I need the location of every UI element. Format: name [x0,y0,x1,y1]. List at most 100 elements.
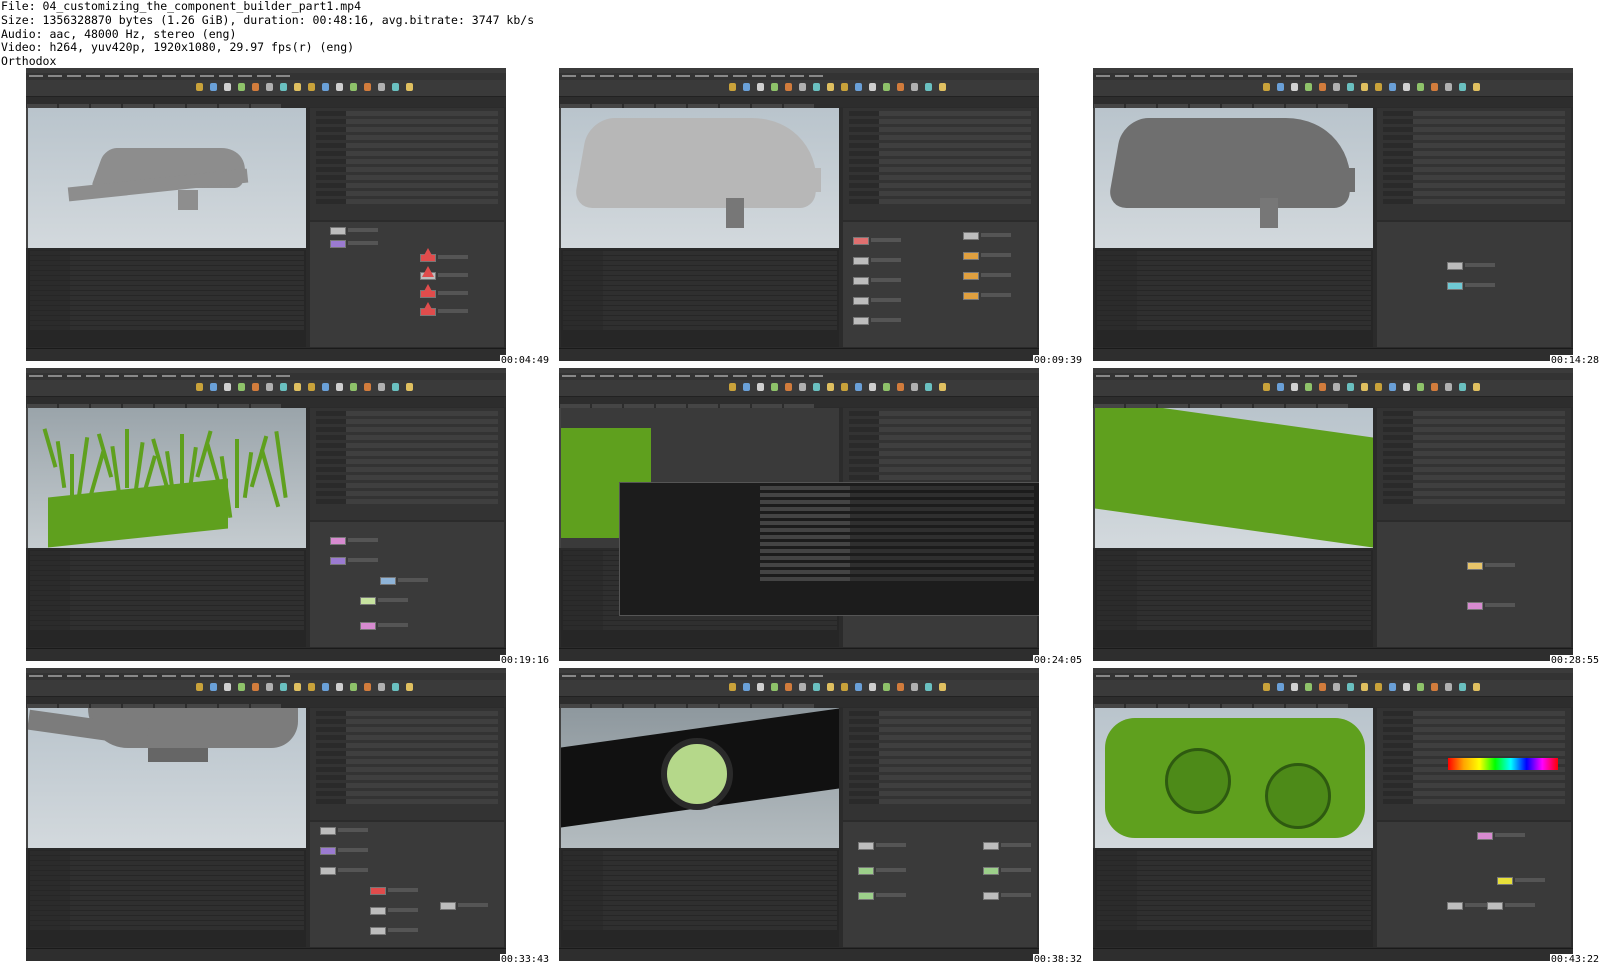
scene-viewport[interactable] [1095,408,1373,548]
menu-item[interactable] [143,375,157,377]
file-row[interactable] [760,556,1034,560]
menu-item[interactable] [162,375,176,377]
parameter-row[interactable] [316,759,498,764]
menu-item[interactable] [733,375,747,377]
network-node[interactable] [1447,262,1463,270]
parameter-row[interactable] [1383,411,1565,416]
shelf-tool-icon[interactable] [392,683,399,691]
shelf-tool-icon[interactable] [280,383,287,391]
shelf-tool-icon[interactable] [224,83,231,91]
file-browser-dialog[interactable] [619,482,1039,616]
menu-item[interactable] [657,675,671,677]
menu-item[interactable] [1305,75,1319,77]
menu-item[interactable] [219,375,233,377]
parameter-row[interactable] [1383,159,1565,164]
shelf-tool-icon[interactable] [210,683,217,691]
menu-item[interactable] [1286,75,1300,77]
parameter-row[interactable] [316,491,498,496]
menu-item[interactable] [1153,75,1167,77]
shelf-tool-icon[interactable] [210,383,217,391]
menu-item[interactable] [1286,675,1300,677]
menu-item[interactable] [1305,675,1319,677]
shelf-tool-icon[interactable] [771,83,778,91]
shelf-tool-icon[interactable] [196,383,203,391]
menu-item[interactable] [752,75,766,77]
shelf-tool-icon[interactable] [897,383,904,391]
shelf-tool-icon[interactable] [294,683,301,691]
parameter-row[interactable] [316,719,498,724]
shelf-tool-icon[interactable] [1361,383,1368,391]
parameter-row[interactable] [1383,727,1565,732]
parameter-row[interactable] [1383,719,1565,724]
menu-item[interactable] [86,675,100,677]
parameter-row[interactable] [849,799,1031,804]
menu-item[interactable] [124,75,138,77]
network-node[interactable] [370,927,386,935]
shelf-tool-icon[interactable] [308,683,315,691]
parameter-row[interactable] [1383,751,1565,756]
parameter-row[interactable] [1383,467,1565,472]
shelf-tool-icon[interactable] [939,83,946,91]
menu-item[interactable] [1286,375,1300,377]
menu-item[interactable] [1305,375,1319,377]
menu-item[interactable] [1210,375,1224,377]
shelf-tool-icon[interactable] [266,383,273,391]
shelf-tool-icon[interactable] [1389,383,1396,391]
shelf-tool-icon[interactable] [925,683,932,691]
network-node[interactable] [330,227,346,235]
shelf-tool-icon[interactable] [1333,83,1340,91]
shelf-tool-icon[interactable] [911,683,918,691]
menu-item[interactable] [48,375,62,377]
menu-item[interactable] [67,75,81,77]
menu-item[interactable] [695,675,709,677]
parameter-row[interactable] [849,775,1031,780]
network-node[interactable] [853,277,869,285]
shelf-tool-icon[interactable] [294,83,301,91]
menu-item[interactable] [1229,75,1243,77]
parameter-row[interactable] [316,191,498,196]
shelf-tool-icon[interactable] [827,83,834,91]
shelf-tool-icon[interactable] [1375,83,1382,91]
shelf-tool-icon[interactable] [757,683,764,691]
file-row[interactable] [760,528,1034,532]
shelf-tool-icon[interactable] [280,83,287,91]
file-row[interactable] [760,570,1034,574]
shelf-tool-icon[interactable] [1403,383,1410,391]
parameter-row[interactable] [1383,111,1565,116]
file-row[interactable] [760,500,1034,504]
shelf-tool-icon[interactable] [1347,383,1354,391]
shelf-tool-icon[interactable] [252,683,259,691]
network-node[interactable] [983,842,999,850]
menu-item[interactable] [714,675,728,677]
network-node[interactable] [360,597,376,605]
parameter-row[interactable] [1383,443,1565,448]
shelf-tool-icon[interactable] [743,383,750,391]
parameter-row[interactable] [1383,743,1565,748]
parameter-row[interactable] [316,419,498,424]
menu-item[interactable] [638,675,652,677]
shelf-tool-icon[interactable] [378,683,385,691]
shelf-tool-icon[interactable] [841,83,848,91]
menu-item[interactable] [86,375,100,377]
network-node[interactable] [858,867,874,875]
shelf-tool-icon[interactable] [799,683,806,691]
parameter-row[interactable] [316,711,498,716]
parameter-row[interactable] [849,175,1031,180]
parameter-row[interactable] [316,427,498,432]
scene-viewport[interactable] [28,408,306,548]
network-node[interactable] [983,867,999,875]
parameter-row[interactable] [316,791,498,796]
parameter-row[interactable] [849,791,1031,796]
shelf-tool-icon[interactable] [1305,83,1312,91]
scene-viewport[interactable] [28,108,306,248]
menu-item[interactable] [1134,375,1148,377]
menu-item[interactable] [200,675,214,677]
shelf-tool-icon[interactable] [1417,383,1424,391]
scene-viewport[interactable] [1095,708,1373,848]
shelf-tool-icon[interactable] [308,83,315,91]
menu-item[interactable] [48,675,62,677]
shelf-tool-icon[interactable] [336,683,343,691]
menu-item[interactable] [276,675,290,677]
menu-item[interactable] [676,75,690,77]
parameter-row[interactable] [849,443,1031,448]
